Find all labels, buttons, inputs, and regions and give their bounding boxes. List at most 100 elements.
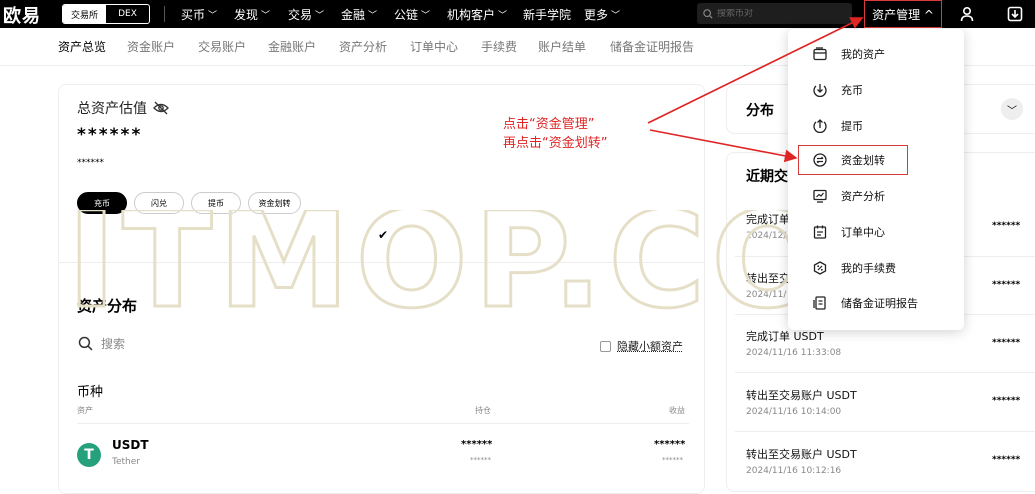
menu-item-proof-of-reserves[interactable]: 储备金证明报告 (812, 293, 918, 313)
nav-finance[interactable]: 金融 ﹀ (341, 0, 377, 28)
chevron-down-icon: ﹀ (421, 8, 430, 21)
asset-search-placeholder: 搜索 (101, 335, 125, 352)
download-icon[interactable] (1005, 4, 1025, 24)
chevron-down-icon: ﹀ (261, 8, 270, 21)
tab-trading-account[interactable]: 交易账户 (198, 38, 246, 55)
dex-mode-button[interactable]: DEX (106, 5, 149, 23)
asset-management-menu[interactable]: 资产管理 ^ (864, 0, 942, 28)
total-asset-value: ****** (77, 125, 142, 145)
hide-small-assets-toggle[interactable]: 隐藏小额资产 (600, 338, 683, 354)
transaction-title[interactable]: 完成订单 (746, 211, 790, 227)
asset-symbol[interactable]: USDT (112, 438, 149, 452)
nav-label: 公链 (394, 6, 418, 23)
menu-item-withdraw[interactable]: 提币 (812, 116, 863, 136)
transfer-button[interactable]: 资金划转 (248, 192, 301, 214)
menu-item-label: 资产分析 (841, 188, 885, 204)
transaction-amount: ****** (992, 280, 1020, 290)
menu-item-order-center[interactable]: 订单中心 (812, 222, 885, 242)
total-asset-title: 总资产估值 (77, 98, 169, 118)
transaction-time: 2024/11/16 10:12:16 (746, 466, 841, 476)
menu-item-asset-analysis[interactable]: 资产分析 (812, 186, 885, 206)
nav-separator (164, 6, 165, 22)
tab-asset-overview[interactable]: 资产总览 (58, 38, 106, 55)
menu-item-label: 提币 (841, 118, 863, 134)
deposit-button[interactable]: 充币 (77, 192, 127, 214)
tab-fees[interactable]: 手续费 (481, 38, 517, 55)
nav-institutional[interactable]: 机构客户 ﹀ (447, 0, 507, 28)
menu-item-label: 我的资产 (841, 46, 885, 62)
tab-funding-account[interactable]: 资金账户 (127, 38, 175, 55)
tab-statements[interactable]: 账户结单 (538, 38, 586, 55)
menu-item-label: 订单中心 (841, 224, 885, 240)
tab-proof-of-reserves[interactable]: 储备金证明报告 (610, 38, 694, 55)
transaction-time: 2024/11/ (746, 290, 786, 300)
transaction-time: 2024/11/16 10:14:00 (746, 407, 841, 417)
asset-distribution-title: 资产分布 (77, 295, 137, 316)
exchange-mode-button[interactable]: 交易所 (63, 5, 106, 23)
top-navigation-bar: 欧易 交易所 DEX 买币 ﹀ 发现 ﹀ 交易 ﹀ 金融 ﹀ 公链 ﹀ 机构客户 ﹀ 新手学… (0, 0, 1035, 28)
asset-management-dropdown (788, 29, 964, 330)
menu-item-my-fees[interactable]: 我的手续费 (812, 258, 896, 278)
total-asset-sub-value: ****** (77, 158, 104, 168)
nav-trade[interactable]: 交易 ﹀ (288, 0, 324, 28)
transaction-time: 2024/11/16 11:33:08 (746, 348, 841, 358)
transaction-title[interactable]: 完成订单 USDT (746, 328, 824, 344)
user-icon[interactable] (957, 4, 977, 24)
annotation-line-1: 点击“资金管理” (503, 115, 607, 134)
transaction-amount: ****** (992, 455, 1020, 465)
transaction-amount: ****** (992, 338, 1020, 348)
asset-earnings-sub: ****** (662, 456, 683, 464)
nav-more[interactable]: 更多 ﹀ (584, 0, 620, 28)
okx-logo[interactable]: 欧易 (3, 2, 41, 28)
menu-item-label: 充币 (841, 82, 863, 98)
chevron-down-icon[interactable]: ﹀ (1001, 98, 1023, 120)
annotation-line-2: 再点击“资金划转” (503, 134, 607, 153)
column-earnings: 收益 (669, 405, 685, 416)
tab-order-center[interactable]: 订单中心 (410, 38, 458, 55)
menu-item-label: 我的手续费 (841, 260, 896, 276)
nav-label: 买币 (181, 6, 205, 23)
menu-item-label: 储备金证明报告 (841, 295, 918, 311)
nav-chain[interactable]: 公链 ﹀ (394, 0, 430, 28)
menu-item-my-assets[interactable]: 我的资产 (812, 44, 885, 64)
table-header-divider (77, 423, 689, 424)
transaction-title[interactable]: 转出至交 (746, 270, 790, 286)
asset-search-box[interactable]: 搜索 (78, 335, 125, 352)
nav-buy-crypto[interactable]: 买币 ﹀ (181, 0, 217, 28)
pair-search-input[interactable] (717, 9, 847, 19)
nav-discover[interactable]: 发现 ﹀ (234, 0, 270, 28)
nav-label: 发现 (234, 6, 258, 23)
coin-header: 币种 (77, 381, 103, 400)
nav-academy[interactable]: 新手学院 (523, 0, 571, 28)
search-icon (703, 9, 713, 19)
asset-full-name: Tether (112, 457, 140, 467)
transaction-amount: ****** (992, 221, 1020, 231)
chevron-down-icon: ﹀ (315, 8, 324, 21)
tab-finance-account[interactable]: 金融账户 (268, 38, 316, 55)
nav-label: 金融 (341, 6, 365, 23)
asset-overview-card (58, 84, 705, 494)
nav-label: 更多 (584, 6, 608, 23)
transaction-amount: ****** (992, 396, 1020, 406)
search-icon (78, 336, 93, 351)
transaction-title[interactable]: 转出至交易账户 USDT (746, 446, 857, 462)
chevron-down-icon: ﹀ (498, 8, 507, 21)
analysis-icon (812, 188, 828, 204)
transaction-time: 2024/12/ (746, 231, 786, 241)
instruction-annotation: 点击“资金管理” 再点击“资金划转” (503, 115, 607, 153)
menu-item-deposit[interactable]: 充币 (812, 80, 863, 100)
order-icon (812, 224, 828, 240)
transaction-divider (735, 431, 1035, 432)
tab-asset-analysis[interactable]: 资产分析 (339, 38, 387, 55)
transaction-divider (735, 372, 1035, 373)
convert-button[interactable]: 闪兑 (134, 192, 184, 214)
eye-hidden-icon[interactable] (153, 101, 169, 115)
total-asset-label: 总资产估值 (77, 98, 147, 118)
hide-small-assets-label: 隐藏小额资产 (617, 338, 683, 354)
withdraw-button[interactable]: 提币 (191, 192, 241, 214)
hide-small-assets-checkbox[interactable] (600, 341, 611, 352)
report-icon (812, 295, 828, 311)
column-holding: 持仓 (475, 405, 491, 416)
transaction-title[interactable]: 转出至交易账户 USDT (746, 387, 857, 403)
asset-holding-sub: ****** (470, 456, 491, 464)
